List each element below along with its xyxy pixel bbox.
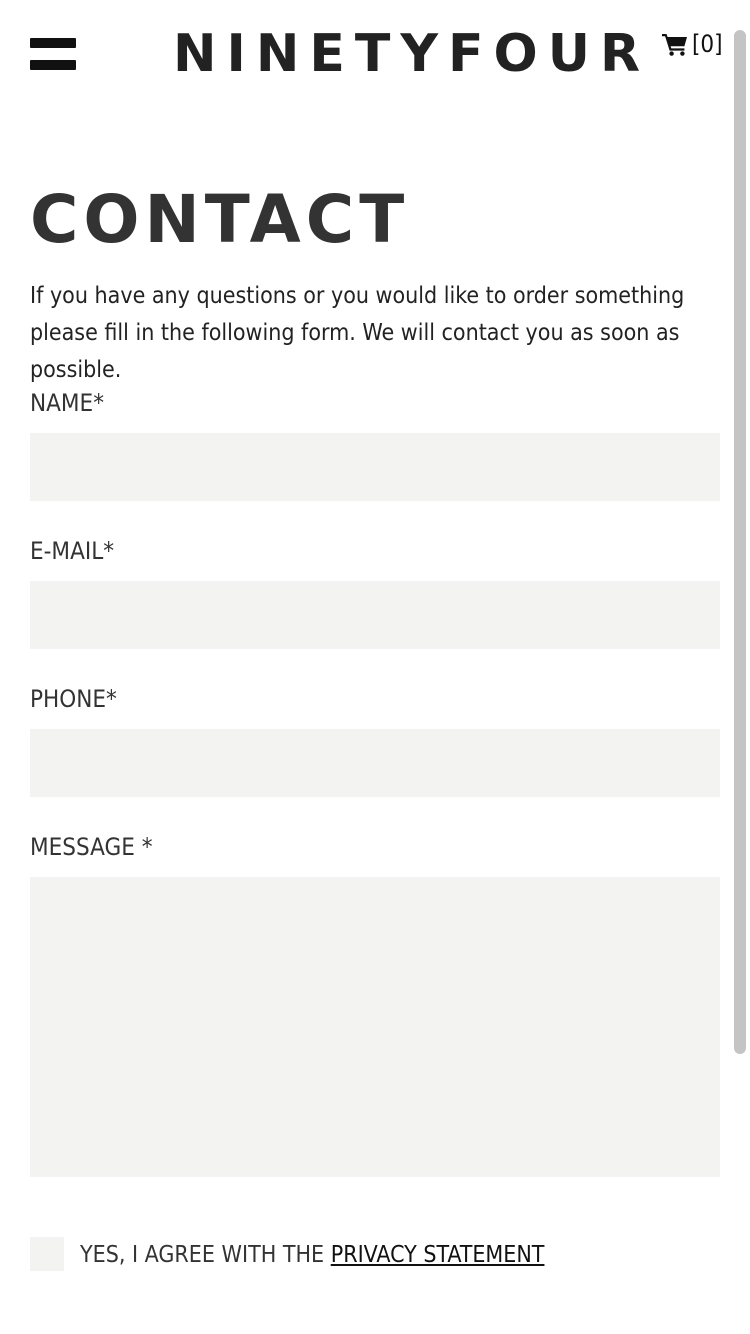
privacy-consent-label: YES, I AGREE WITH THE PRIVACY STATEMENT <box>80 1240 544 1270</box>
shopping-cart-icon <box>662 32 688 56</box>
message-textarea[interactable] <box>30 877 720 1177</box>
phone-label: PHONE* <box>30 685 117 713</box>
message-label: MESSAGE * <box>30 833 153 861</box>
cart-button[interactable]: [0] <box>662 28 723 60</box>
hamburger-bar <box>30 38 76 48</box>
hamburger-menu-icon[interactable] <box>30 38 76 72</box>
intro-text: If you have any questions or you would l… <box>30 283 685 383</box>
consent-text: YES, I AGREE WITH THE <box>80 1242 325 1268</box>
site-header: NINETYFOUR [0] <box>0 0 750 110</box>
privacy-statement-link[interactable]: PRIVACY STATEMENT <box>331 1242 545 1268</box>
cart-count: [0] <box>692 30 723 58</box>
name-label: NAME* <box>30 389 104 417</box>
site-logo[interactable]: NINETYFOUR <box>173 24 640 84</box>
email-label: E-MAIL* <box>30 537 115 565</box>
hamburger-bar <box>30 60 76 70</box>
phone-input[interactable] <box>30 729 720 797</box>
page-title: CONTACT <box>30 181 410 258</box>
name-input[interactable] <box>30 433 720 501</box>
page-scrollbar[interactable] <box>734 30 746 1054</box>
privacy-consent-checkbox[interactable] <box>30 1237 64 1271</box>
email-input[interactable] <box>30 581 720 649</box>
